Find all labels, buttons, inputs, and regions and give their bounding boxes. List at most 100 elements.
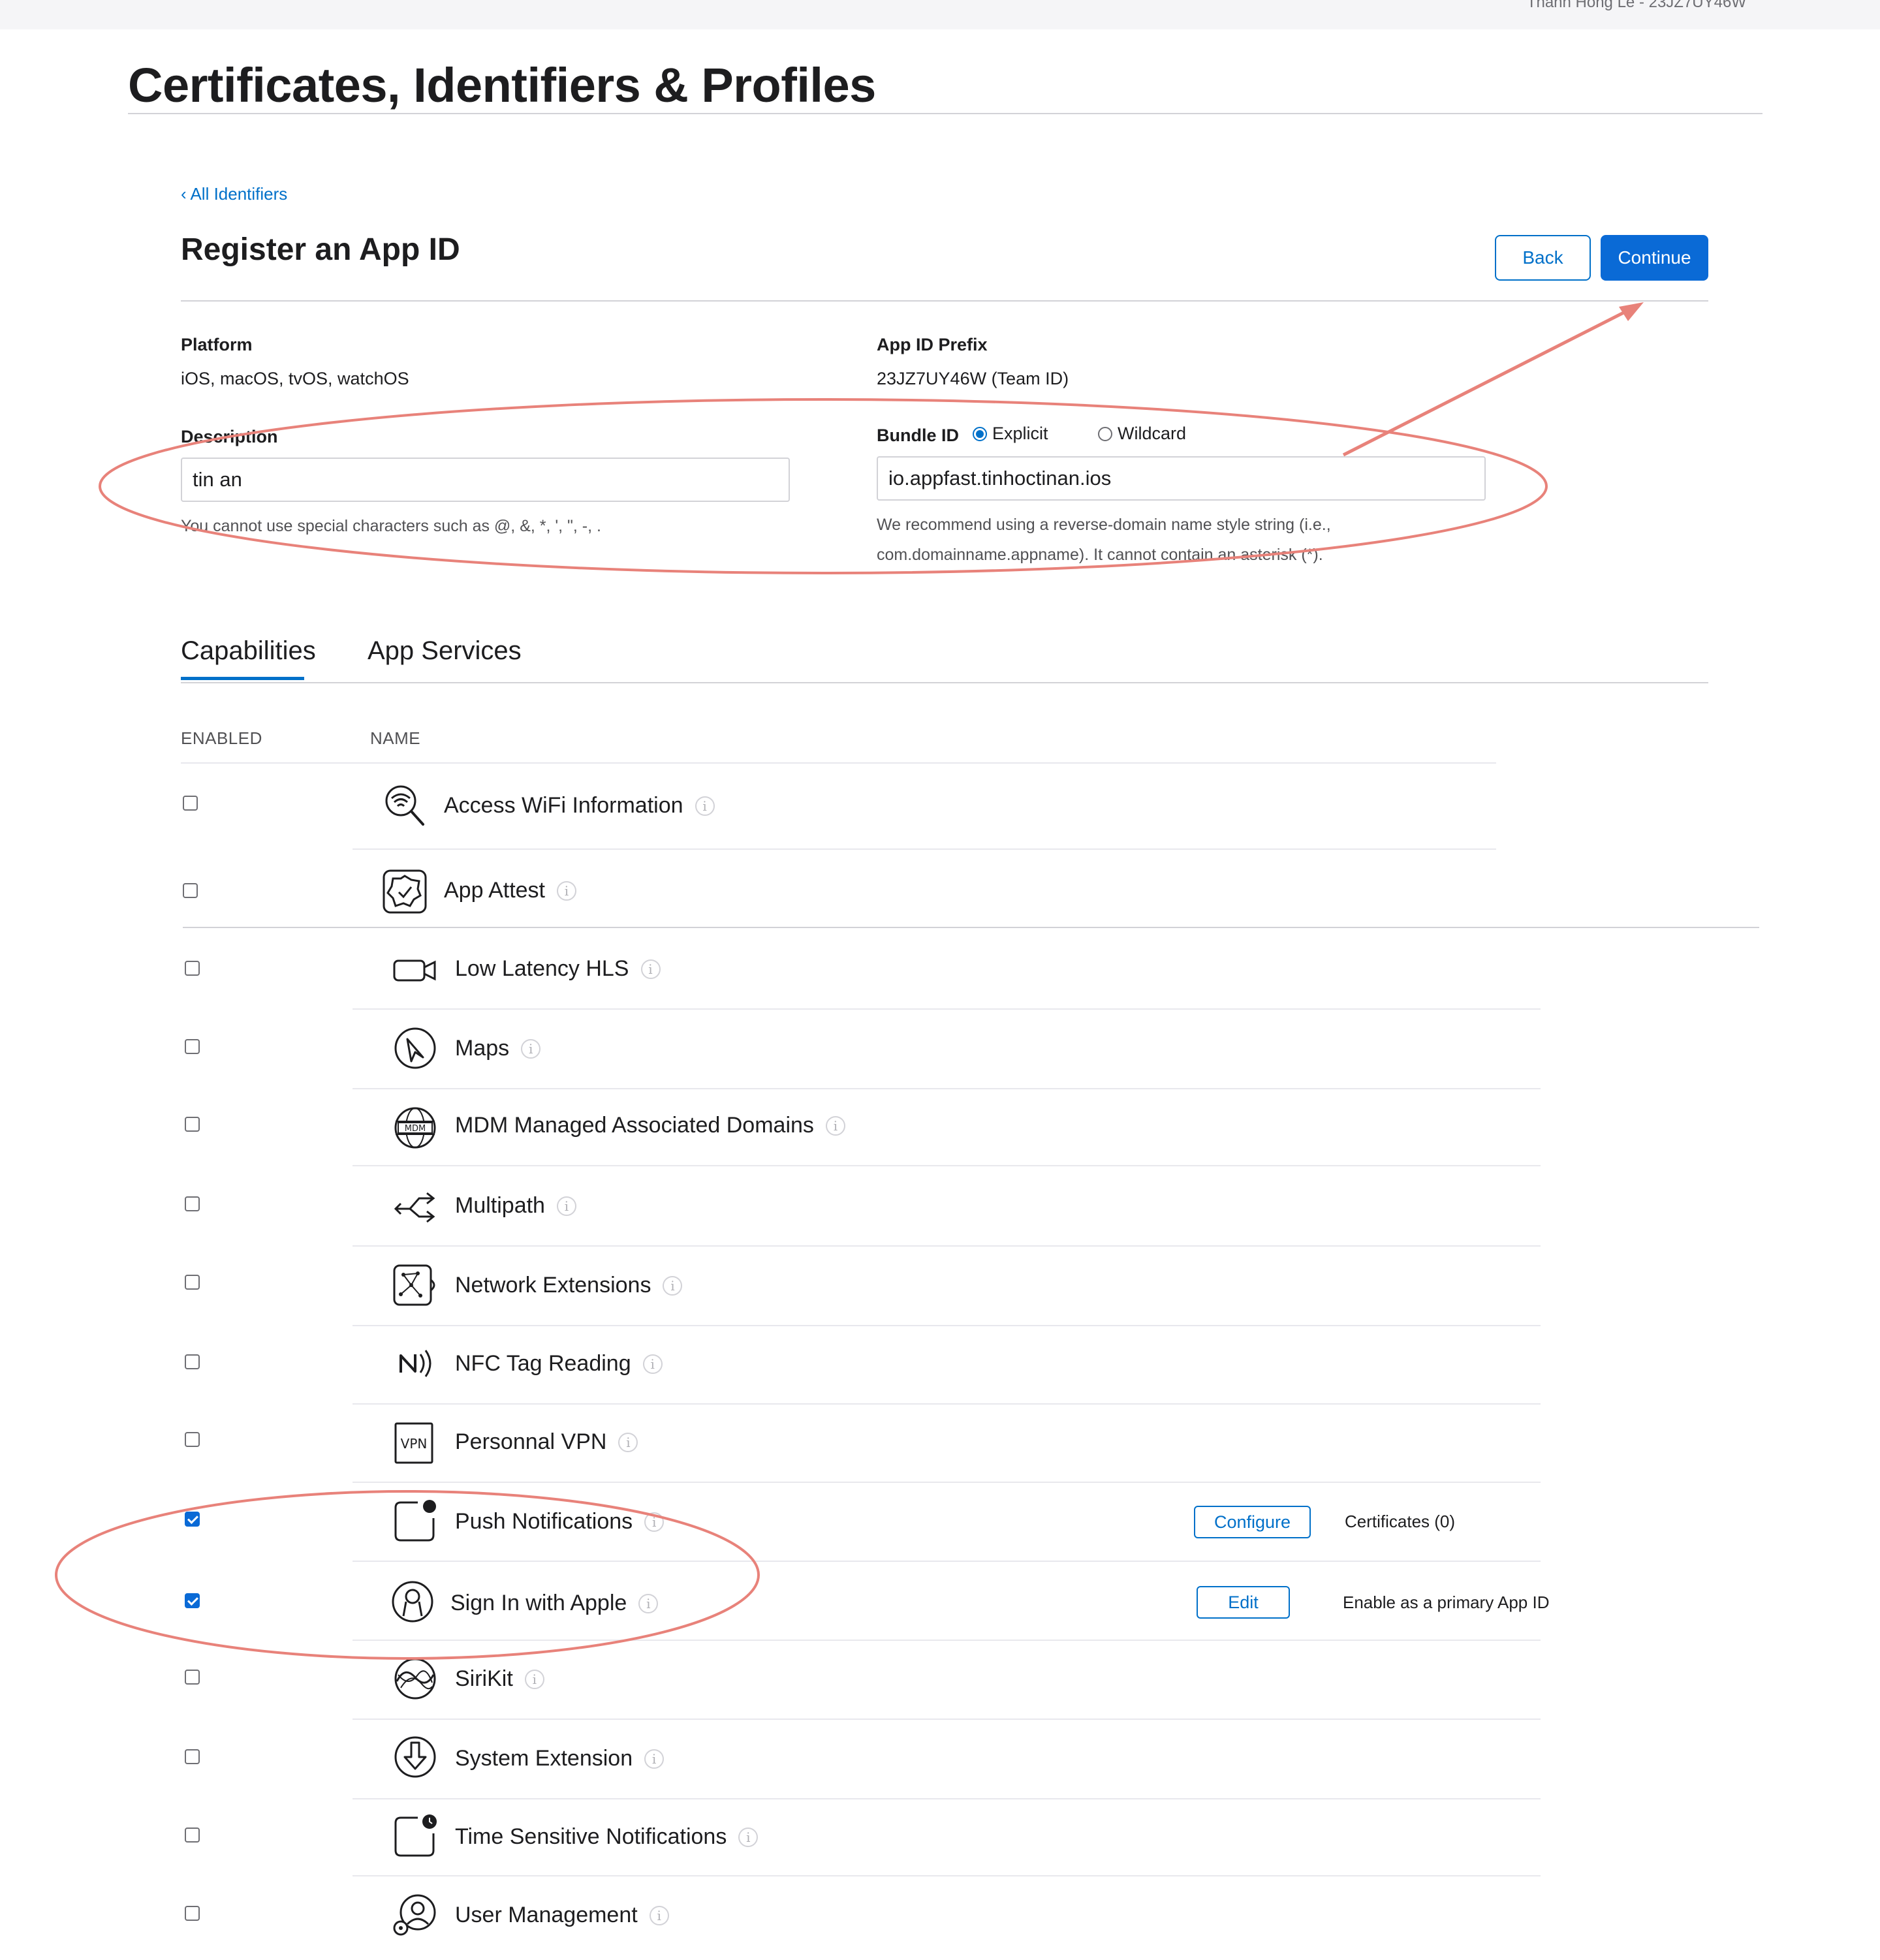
- capability-name: Sign In with Apple i: [450, 1591, 659, 1616]
- checkbox-mdm-managed-associated-domains[interactable]: [185, 1117, 200, 1132]
- capability-label: User Management: [455, 1903, 638, 1927]
- checkbox-access-wifi-information[interactable]: [183, 796, 198, 811]
- checkbox-sirikit[interactable]: [185, 1670, 200, 1685]
- info-icon[interactable]: i: [524, 1669, 544, 1689]
- capability-label: NFC Tag Reading: [455, 1351, 631, 1376]
- title-divider: [128, 113, 1762, 114]
- back-button[interactable]: Back: [1495, 235, 1591, 281]
- checkbox-nfc-tag-reading[interactable]: [185, 1354, 200, 1369]
- explicit-radio-option[interactable]: Explicit: [973, 424, 1048, 444]
- checkbox-time-sensitive-notifications[interactable]: [185, 1828, 200, 1843]
- name-column-header: NAME: [370, 728, 421, 748]
- info-icon[interactable]: i: [557, 880, 576, 901]
- annotation-overlay: [55, 302, 1644, 1660]
- app-attest-badge-icon: [383, 869, 427, 914]
- explicit-radio[interactable]: [973, 426, 987, 441]
- time-sensitive-icon: [394, 1814, 437, 1857]
- form-divider: [181, 300, 1708, 302]
- row-divider: [352, 1403, 1541, 1405]
- checkbox-network-extensions[interactable]: [185, 1275, 200, 1290]
- description-label: Description: [181, 427, 278, 446]
- push-notification-icon: [394, 1500, 436, 1542]
- checkbox-low-latency-hls[interactable]: [185, 961, 200, 976]
- description-hint: You cannot use special characters such a…: [181, 517, 601, 535]
- row-divider: [352, 1875, 1541, 1876]
- info-icon[interactable]: i: [738, 1827, 759, 1847]
- edit-button[interactable]: Edit: [1197, 1586, 1290, 1619]
- capability-name: System Extension i: [455, 1746, 665, 1771]
- checkbox-personnal-vpn[interactable]: [185, 1432, 200, 1447]
- bundle-id-hint-line-1: We recommend using a reverse-domain name…: [877, 516, 1331, 534]
- capability-name: Maps i: [455, 1036, 541, 1061]
- page-title: Certificates, Identifiers & Profiles: [128, 58, 876, 112]
- checkbox-multipath[interactable]: [185, 1196, 200, 1211]
- info-icon[interactable]: i: [640, 959, 661, 979]
- capability-label: Network Extensions: [455, 1273, 651, 1298]
- capability-name: Push Notifications i: [455, 1509, 665, 1534]
- tab-app-services[interactable]: App Services: [368, 636, 522, 666]
- bundle-id-input[interactable]: [877, 456, 1486, 501]
- tabs-divider: [181, 682, 1708, 683]
- capability-label: Personnal VPN: [455, 1429, 607, 1454]
- all-identifiers-link[interactable]: ‹ All Identifiers: [181, 184, 287, 204]
- bundle-id-label: Bundle ID: [877, 426, 959, 445]
- checkbox-app-attest[interactable]: [183, 883, 198, 898]
- info-icon[interactable]: i: [695, 796, 715, 816]
- compass-icon: [394, 1027, 436, 1069]
- configure-button[interactable]: Configure: [1194, 1506, 1311, 1538]
- multipath-arrows-icon: [394, 1192, 435, 1223]
- info-icon[interactable]: i: [618, 1432, 638, 1452]
- platform-label: Platform: [181, 335, 253, 354]
- info-icon[interactable]: i: [663, 1275, 683, 1296]
- capability-name: NFC Tag Reading i: [455, 1351, 663, 1377]
- capability-label: App Attest: [444, 878, 545, 903]
- row-divider: [352, 848, 1496, 850]
- info-icon[interactable]: i: [644, 1749, 665, 1769]
- network-extension-icon: [393, 1264, 435, 1306]
- row-divider: [352, 1561, 1541, 1562]
- description-input[interactable]: [181, 458, 790, 502]
- info-icon[interactable]: i: [642, 1354, 663, 1374]
- certificates-count: Certificates (0): [1345, 1512, 1456, 1531]
- info-icon[interactable]: i: [521, 1038, 541, 1059]
- capability-name: Multipath i: [455, 1193, 576, 1219]
- user-management-icon: [393, 1894, 436, 1936]
- primary-app-id-text: Enable as a primary App ID: [1343, 1593, 1550, 1612]
- checkbox-push-notifications[interactable]: [185, 1512, 200, 1527]
- siri-icon: [394, 1658, 436, 1700]
- info-icon[interactable]: i: [644, 1512, 665, 1532]
- continue-button[interactable]: Continue: [1601, 235, 1708, 281]
- info-icon[interactable]: i: [556, 1196, 576, 1216]
- wildcard-radio-option[interactable]: Wildcard: [1098, 424, 1186, 444]
- nfc-icon: [400, 1350, 431, 1377]
- mdm-globe-icon: MDM: [394, 1107, 436, 1149]
- info-icon[interactable]: i: [638, 1593, 659, 1613]
- capability-name: Network Extensions i: [455, 1273, 683, 1298]
- team-name[interactable]: Thanh Hong Le - 23JZ7UY46W: [1527, 0, 1746, 12]
- capability-name: Personnal VPN i: [455, 1429, 638, 1455]
- row-divider: [352, 1719, 1541, 1720]
- checkbox-sign-in-with-apple[interactable]: [185, 1593, 200, 1608]
- capability-label: MDM Managed Associated Domains: [455, 1113, 814, 1138]
- vpn-icon: VPN: [394, 1422, 433, 1464]
- row-divider: [352, 1008, 1541, 1010]
- row-divider: [352, 1088, 1541, 1089]
- tab-capabilities[interactable]: Capabilities: [181, 636, 316, 666]
- row-divider: [352, 1482, 1541, 1483]
- system-extension-icon: [394, 1736, 436, 1778]
- row-divider: [352, 1325, 1541, 1326]
- row-divider: [352, 1640, 1541, 1641]
- wildcard-radio[interactable]: [1098, 426, 1112, 441]
- checkbox-system-extension[interactable]: [185, 1749, 200, 1764]
- annotation-arrow-head: [1619, 302, 1644, 321]
- top-bar: Thanh Hong Le - 23JZ7UY46W: [0, 0, 1880, 29]
- capability-label: Maps: [455, 1036, 510, 1061]
- info-icon[interactable]: i: [825, 1115, 845, 1136]
- app-id-prefix-value: 23JZ7UY46W (Team ID): [877, 369, 1069, 388]
- checkbox-user-management[interactable]: [185, 1906, 200, 1921]
- wildcard-radio-label: Wildcard: [1118, 424, 1187, 443]
- capability-label: Push Notifications: [455, 1509, 633, 1534]
- bundle-id-hint-line-2: com.domainname.appname). It cannot conta…: [877, 546, 1323, 564]
- info-icon[interactable]: i: [649, 1905, 669, 1925]
- checkbox-maps[interactable]: [185, 1039, 200, 1054]
